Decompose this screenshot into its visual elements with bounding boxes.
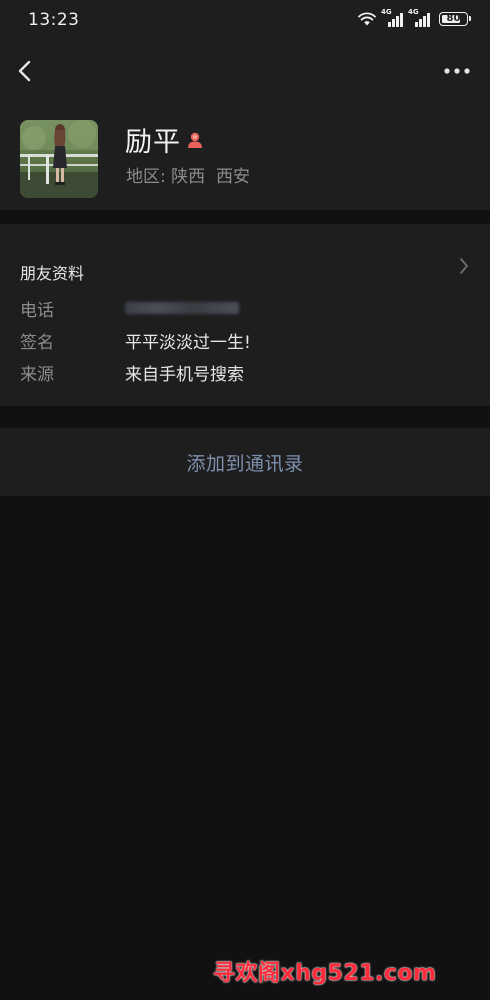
info-row-source: 来源 来自手机号搜索 bbox=[20, 358, 460, 386]
battery-text: 80 bbox=[446, 13, 461, 24]
info-key-phone: 电话 bbox=[20, 300, 54, 321]
status-icons: 4G 4G 80 bbox=[357, 8, 471, 27]
cellular-signal-icon-1: 4G bbox=[381, 8, 404, 27]
female-icon bbox=[188, 132, 202, 148]
avatar-photo bbox=[20, 120, 98, 198]
network-type-1: 4G bbox=[381, 8, 392, 16]
name-row: 励平 bbox=[125, 120, 205, 159]
add-to-contacts-row: 添加到通讯录 bbox=[0, 428, 490, 496]
battery-icon: 80 bbox=[439, 12, 471, 26]
wifi-icon bbox=[358, 12, 376, 26]
add-to-contacts-button[interactable]: 添加到通讯录 bbox=[186, 449, 303, 476]
friend-info-card[interactable]: 朋友资料 电话 签名 平平淡淡过一生! 来源 来自手机号搜索 bbox=[0, 224, 490, 406]
profile-region: 地区: 陕西 西安 bbox=[126, 167, 250, 187]
info-value-source: 来自手机号搜索 bbox=[125, 364, 244, 385]
info-value-signature: 平平淡淡过一生! bbox=[125, 332, 251, 353]
back-icon[interactable] bbox=[12, 56, 38, 86]
profile-name: 励平 bbox=[125, 127, 181, 158]
status-time: 13:23 bbox=[28, 10, 80, 30]
avatar[interactable] bbox=[20, 120, 98, 198]
info-row-phone: 电话 bbox=[20, 294, 460, 322]
info-row-signature: 签名 平平淡淡过一生! bbox=[20, 326, 460, 354]
profile-header: 励平 地区: 陕西 西安 bbox=[0, 40, 490, 210]
phone-number-redacted[interactable] bbox=[125, 302, 239, 314]
info-key-signature: 签名 bbox=[20, 332, 54, 353]
cellular-signal-icon-2: 4G bbox=[408, 8, 431, 27]
screen: 13:23 4G 4G 80 励平 地区: 陕西 西安 朋友资料 电话 签名 平… bbox=[0, 0, 490, 1000]
info-key-source: 来源 bbox=[20, 364, 54, 385]
status-bar: 13:23 4G 4G 80 bbox=[0, 0, 490, 40]
friend-info-title: 朋友资料 bbox=[20, 264, 85, 283]
more-horizontal-icon[interactable] bbox=[442, 62, 472, 80]
chevron-right-icon[interactable] bbox=[458, 256, 470, 276]
network-type-2: 4G bbox=[408, 8, 419, 16]
watermark: 寻欢阁xhg521.com bbox=[213, 961, 437, 986]
